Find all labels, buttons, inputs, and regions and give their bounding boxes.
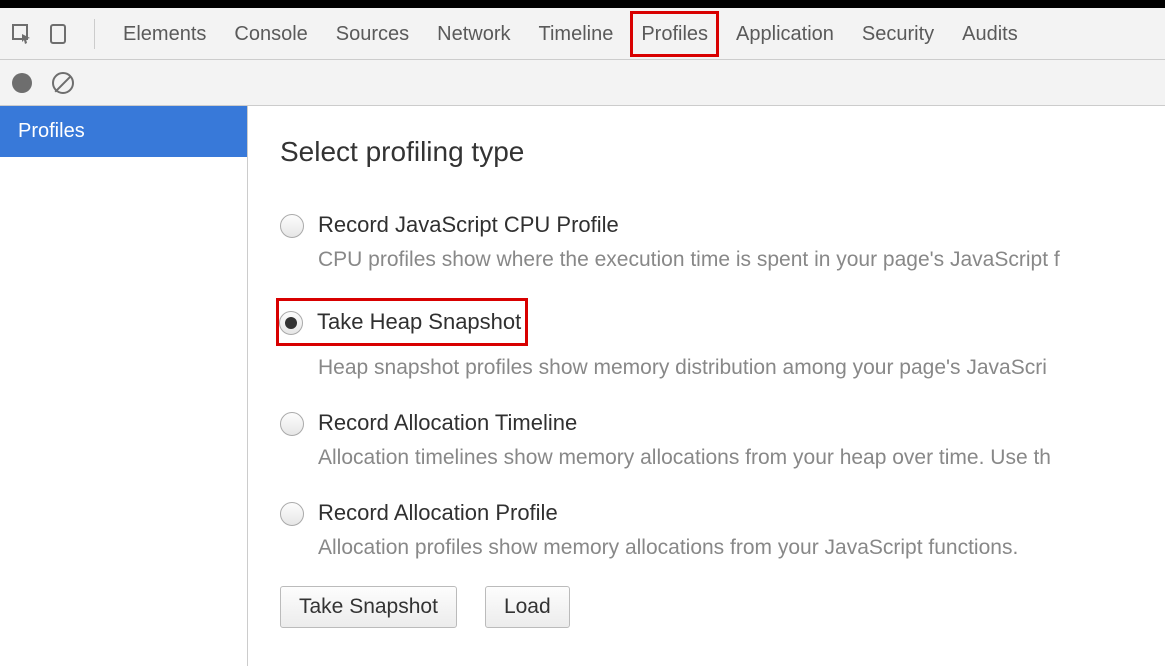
radio-cpu-profile[interactable] [280, 214, 304, 238]
take-snapshot-button[interactable]: Take Snapshot [280, 586, 457, 628]
radio-heap-snapshot[interactable] [279, 311, 303, 335]
content-panel: Select profiling type Record JavaScript … [248, 106, 1165, 666]
sidebar: Profiles [0, 106, 248, 666]
option-title: Record Allocation Profile [318, 500, 558, 526]
tab-elements[interactable]: Elements [109, 8, 220, 60]
page-title: Select profiling type [280, 136, 1165, 168]
option-title: Record Allocation Timeline [318, 410, 577, 436]
tab-profiles[interactable]: Profiles [627, 8, 722, 60]
tab-security[interactable]: Security [848, 8, 948, 60]
option-allocation-profile[interactable]: Record Allocation Profile [280, 496, 1165, 530]
radio-allocation-timeline[interactable] [280, 412, 304, 436]
tab-console[interactable]: Console [220, 8, 321, 60]
option-cpu-profile[interactable]: Record JavaScript CPU Profile [280, 208, 1165, 242]
radio-allocation-profile[interactable] [280, 502, 304, 526]
devtools-tabs: Elements Console Sources Network Timelin… [109, 8, 1032, 60]
option-desc: Allocation timelines show memory allocat… [318, 446, 1165, 470]
tab-network[interactable]: Network [423, 8, 524, 60]
device-mode-icon[interactable] [44, 20, 72, 48]
clear-icon[interactable] [52, 72, 74, 94]
main-area: Profiles Select profiling type Record Ja… [0, 106, 1165, 666]
tab-audits[interactable]: Audits [948, 8, 1032, 60]
option-title: Take Heap Snapshot [317, 309, 521, 335]
option-desc: CPU profiles show where the execution ti… [318, 248, 1165, 272]
toolbar-divider [94, 19, 95, 49]
option-desc: Heap snapshot profiles show memory distr… [318, 356, 1165, 380]
option-heap-snapshot[interactable]: Take Heap Snapshot [276, 298, 528, 346]
profiles-sub-toolbar [0, 60, 1165, 106]
tab-application[interactable]: Application [722, 8, 848, 60]
devtools-toolbar: Elements Console Sources Network Timelin… [0, 8, 1165, 60]
option-allocation-timeline[interactable]: Record Allocation Timeline [280, 406, 1165, 440]
load-button[interactable]: Load [485, 586, 570, 628]
option-desc: Allocation profiles show memory allocati… [318, 536, 1165, 560]
record-icon[interactable] [12, 73, 32, 93]
tab-timeline[interactable]: Timeline [525, 8, 628, 60]
sidebar-item-profiles[interactable]: Profiles [0, 106, 247, 157]
action-buttons: Take Snapshot Load [280, 586, 1165, 628]
option-title: Record JavaScript CPU Profile [318, 212, 619, 238]
tab-sources[interactable]: Sources [322, 8, 423, 60]
inspect-element-icon[interactable] [8, 20, 36, 48]
